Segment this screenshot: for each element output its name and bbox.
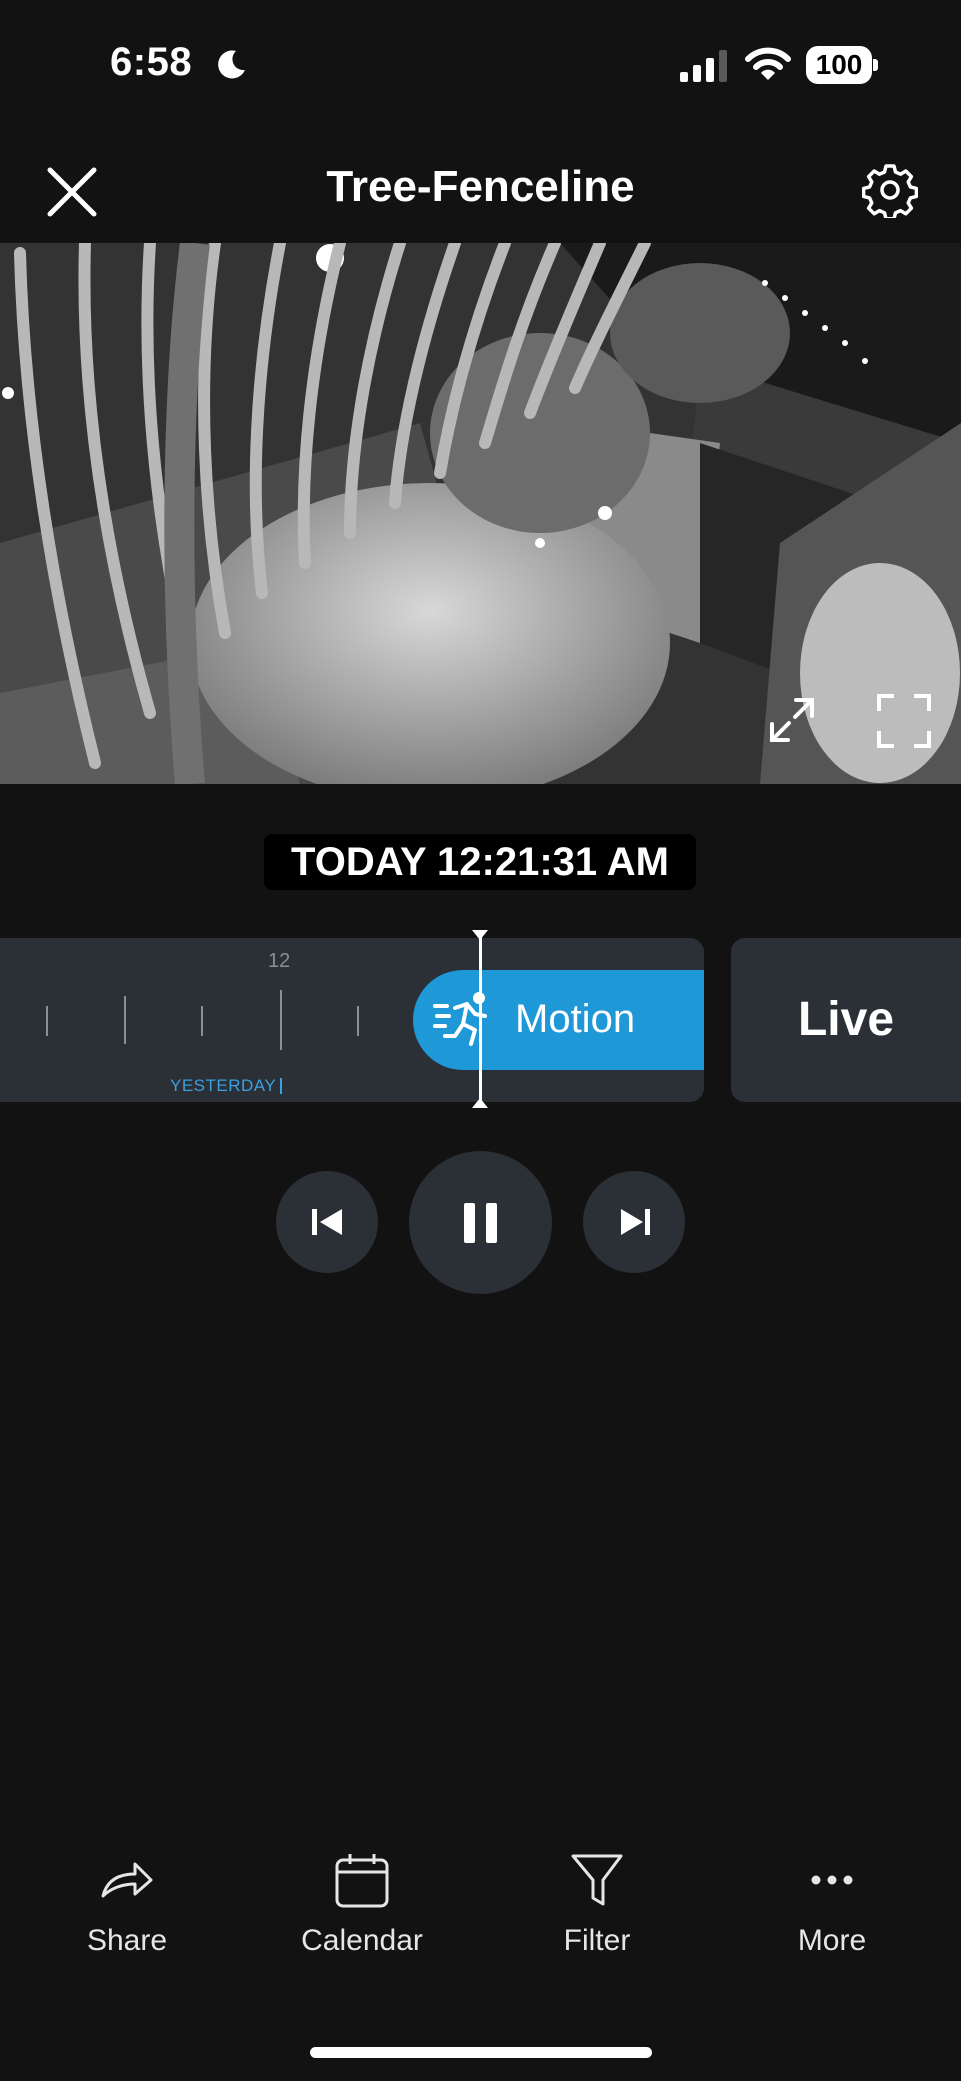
timeline-playhead[interactable] bbox=[479, 934, 482, 1106]
pause-icon bbox=[464, 1203, 497, 1243]
motion-event-label: Motion bbox=[515, 997, 636, 1041]
video-feed[interactable] bbox=[0, 243, 961, 784]
status-bar: 6:58 100 bbox=[0, 0, 961, 130]
battery-level: 100 bbox=[815, 49, 863, 80]
more-button[interactable]: More bbox=[732, 1850, 932, 1970]
timestamp-label: TODAY 12:21:31 AM bbox=[264, 834, 696, 890]
share-icon bbox=[101, 1862, 153, 1898]
timeline-tick bbox=[201, 1006, 203, 1036]
playhead-cap-top bbox=[472, 930, 488, 940]
calendar-button[interactable]: Calendar bbox=[262, 1850, 462, 1970]
share-label: Share bbox=[86, 1924, 168, 1957]
running-person-icon bbox=[433, 992, 487, 1046]
filter-icon bbox=[571, 1854, 623, 1906]
timeline-tick bbox=[46, 1006, 48, 1036]
moon-icon bbox=[218, 50, 245, 79]
motion-event[interactable]: Motion bbox=[413, 970, 704, 1070]
timeline-day-label: YESTERDAY bbox=[170, 1076, 277, 1095]
playhead-cap-bottom bbox=[472, 1098, 488, 1108]
timeline-scrubber[interactable]: 12 YESTERDAY Motion bbox=[0, 938, 704, 1102]
expand-icon[interactable] bbox=[768, 696, 816, 744]
calendar-icon bbox=[335, 1854, 389, 1908]
header: Tree-Fenceline bbox=[0, 140, 961, 240]
next-event-button[interactable] bbox=[583, 1171, 685, 1273]
camera-title: Tree-Fenceline bbox=[326, 162, 635, 211]
live-button[interactable]: Live bbox=[731, 938, 961, 1102]
wifi-icon bbox=[745, 47, 791, 80]
timeline-tick bbox=[124, 996, 126, 1044]
bottom-toolbar: Share Calendar Filter More bbox=[0, 1850, 961, 1970]
home-indicator[interactable] bbox=[310, 2047, 652, 2058]
timeline-hour-label: 12 bbox=[268, 950, 291, 972]
previous-event-button[interactable] bbox=[276, 1171, 378, 1273]
day-marker bbox=[280, 1078, 282, 1094]
gear-icon[interactable] bbox=[862, 162, 918, 218]
calendar-label: Calendar bbox=[301, 1924, 423, 1957]
pause-button[interactable] bbox=[409, 1151, 552, 1294]
timeline-tick bbox=[280, 990, 282, 1050]
skip-next-icon bbox=[621, 1209, 650, 1235]
skip-previous-icon bbox=[312, 1209, 342, 1235]
more-label: More bbox=[797, 1924, 867, 1957]
signal-icon bbox=[680, 50, 727, 82]
timeline-tick bbox=[357, 1006, 359, 1036]
status-time: 6:58 bbox=[110, 40, 193, 84]
more-icon bbox=[811, 1875, 853, 1885]
camera-image bbox=[0, 243, 961, 784]
filter-button[interactable]: Filter bbox=[497, 1850, 697, 1970]
share-button[interactable]: Share bbox=[27, 1850, 227, 1970]
fullscreen-icon[interactable] bbox=[876, 693, 932, 749]
battery-icon: 100 bbox=[806, 46, 878, 84]
filter-label: Filter bbox=[563, 1924, 631, 1957]
